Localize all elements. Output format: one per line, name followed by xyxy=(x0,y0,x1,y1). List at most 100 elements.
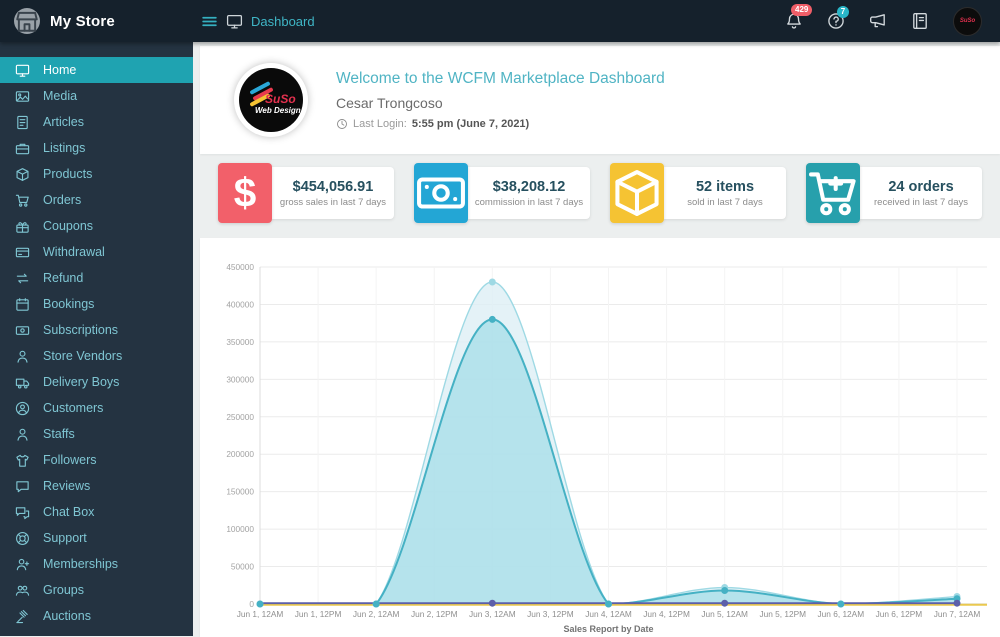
gross-sales-outer-area-marker xyxy=(488,278,496,286)
sidebar-item-followers[interactable]: Followers xyxy=(0,447,193,473)
sidebar-item-subscriptions[interactable]: Subscriptions xyxy=(0,317,193,343)
sidebar-item-home[interactable]: Home xyxy=(0,57,193,83)
vendor-logo-disc: SuSo Web Design xyxy=(239,68,303,132)
menu-icon[interactable] xyxy=(201,13,218,30)
support-icon xyxy=(15,531,30,546)
briefcase-icon xyxy=(15,141,30,156)
card-icon xyxy=(15,245,30,260)
sales-report-chart: 0 50000 100000 150000 200000 250000 300000 3500… xyxy=(212,252,992,636)
sales-chart-panel: 0 50000 100000 150000 200000 250000 300000 3500… xyxy=(200,238,1000,637)
money-icon xyxy=(15,323,30,338)
net-earnings-inner-area-marker xyxy=(488,315,496,323)
sidebar-item-media[interactable]: Media xyxy=(0,83,193,109)
stat-label: received in last 7 days xyxy=(874,196,968,208)
sidebar-item-articles[interactable]: Articles xyxy=(0,109,193,135)
last-login-value: 5:55 pm (June 7, 2021) xyxy=(411,118,530,130)
x-tick-label: Jun 6, 12PM xyxy=(876,609,923,619)
svg-text:$: $ xyxy=(234,170,257,216)
sidebar-item-bookings[interactable]: Bookings xyxy=(0,291,193,317)
sidebar-item-coupons[interactable]: Coupons xyxy=(0,213,193,239)
sidebar-item-label: Reviews xyxy=(43,479,91,493)
user-avatar[interactable]: SuSo xyxy=(953,6,982,36)
notifications-bell-icon[interactable]: 429 xyxy=(785,4,813,30)
logo-text-secondary: Web Design xyxy=(255,106,301,115)
sidebar-item-label: Listings xyxy=(43,141,86,155)
y-tick-label: 350000 xyxy=(226,337,254,347)
stat-card-body: 52 items sold in last 7 days xyxy=(664,167,786,219)
sidebar-item-reviews[interactable]: Reviews xyxy=(0,473,193,499)
sidebar-item-customers[interactable]: Customers xyxy=(0,395,193,421)
sidebar-item-groups[interactable]: Groups xyxy=(0,577,193,603)
monitor-icon xyxy=(15,63,30,78)
person-icon xyxy=(15,349,30,364)
x-tick-label: Jun 6, 12AM xyxy=(818,609,865,619)
welcome-text: Welcome to the WCFM Marketplace Dashboar… xyxy=(336,70,665,130)
notification-count-badge: 429 xyxy=(791,4,813,16)
help-icon[interactable]: 7 xyxy=(827,6,849,30)
chat-icon xyxy=(15,505,30,520)
y-tick-label: 250000 xyxy=(226,412,254,422)
x-tick-label: Jun 7, 12AM xyxy=(934,609,981,619)
sidebar-item-delivery-boys[interactable]: Delivery Boys xyxy=(0,369,193,395)
sidebar-item-label: Delivery Boys xyxy=(43,375,120,389)
sidebar-item-label: Coupons xyxy=(43,219,94,233)
y-tick-label: 0 xyxy=(249,599,254,609)
y-tick-label: 400000 xyxy=(226,299,254,309)
sidebar-item-orders[interactable]: Orders xyxy=(0,187,193,213)
breadcrumb[interactable]: Dashboard xyxy=(193,13,315,30)
sidebar-item-staffs[interactable]: Staffs xyxy=(0,421,193,447)
announcements-megaphone-icon[interactable] xyxy=(869,12,887,30)
sidebar-item-label: Store Vendors xyxy=(43,349,123,363)
sidebar-nav: Home Media Articles Listings Products Orders C… xyxy=(0,42,193,636)
sidebar-item-auctions[interactable]: Auctions xyxy=(0,603,193,629)
main-content: SuSo Web Design Welcome to the WCFM Mark… xyxy=(193,42,1000,637)
shirt-icon xyxy=(15,453,30,468)
x-tick-label: Jun 2, 12AM xyxy=(353,609,400,619)
dollar-icon: $ xyxy=(218,163,272,223)
sidebar-item-support[interactable]: Support xyxy=(0,525,193,551)
y-tick-label: 100000 xyxy=(226,524,254,534)
sidebar-item-chat-box[interactable]: Chat Box xyxy=(0,499,193,525)
knowledgebase-book-icon[interactable] xyxy=(911,12,929,30)
auction-icon xyxy=(15,609,30,624)
sidebar-item-label: Memberships xyxy=(43,557,119,571)
sidebar-item-withdrawal[interactable]: Withdrawal xyxy=(0,239,193,265)
sidebar-item-label: Support xyxy=(43,531,87,545)
sidebar-item-label: Groups xyxy=(43,583,84,597)
sidebar-item-refund[interactable]: Refund xyxy=(0,265,193,291)
person-icon xyxy=(15,427,30,442)
topbar-actions: 429 7 SuSo xyxy=(785,4,1000,36)
stat-card: $38,208.12 commission in last 7 days xyxy=(414,163,590,223)
net-earnings-inner-area-marker xyxy=(372,600,380,608)
store-name: My Store xyxy=(50,12,115,30)
sales-chart-svg: 0 50000 100000 150000 200000 250000 300000 3500… xyxy=(226,262,987,634)
stat-value: 52 items xyxy=(695,178,755,195)
vendor-logo: SuSo Web Design xyxy=(234,63,308,137)
stat-card-body: $38,208.12 commission in last 7 days xyxy=(468,167,590,219)
x-tick-label: Jun 1, 12AM xyxy=(237,609,284,619)
truck-icon xyxy=(15,375,30,390)
refund-icon xyxy=(15,271,30,286)
stat-card-body: 24 orders received in last 7 days xyxy=(860,167,982,219)
stat-card-body: $454,056.91 gross sales in last 7 days xyxy=(272,167,394,219)
net-earnings-inner-area-marker xyxy=(256,600,264,608)
breadcrumb-label[interactable]: Dashboard xyxy=(251,14,315,29)
sidebar-item-products[interactable]: Products xyxy=(0,161,193,187)
person-circle-icon xyxy=(15,401,30,416)
sidebar-item-memberships[interactable]: Memberships xyxy=(0,551,193,577)
x-tick-label: Jun 4, 12AM xyxy=(585,609,632,619)
logo-text-primary: SuSo xyxy=(265,92,296,106)
cart-icon xyxy=(15,193,30,208)
sidebar-item-listings[interactable]: Listings xyxy=(0,135,193,161)
article-icon xyxy=(15,115,30,130)
sidebar-item-label: Media xyxy=(43,89,78,103)
sidebar-item-store-vendors[interactable]: Store Vendors xyxy=(0,343,193,369)
y-tick-label: 300000 xyxy=(226,374,254,384)
net-earnings-inner-area-marker xyxy=(837,600,845,608)
stat-label: sold in last 7 days xyxy=(687,196,763,208)
x-tick-label: Jun 3, 12PM xyxy=(527,609,574,619)
store-brand[interactable]: My Store xyxy=(0,8,193,34)
calendar-icon xyxy=(15,297,30,312)
sidebar-item-label: Subscriptions xyxy=(43,323,119,337)
stat-label: gross sales in last 7 days xyxy=(279,196,387,208)
